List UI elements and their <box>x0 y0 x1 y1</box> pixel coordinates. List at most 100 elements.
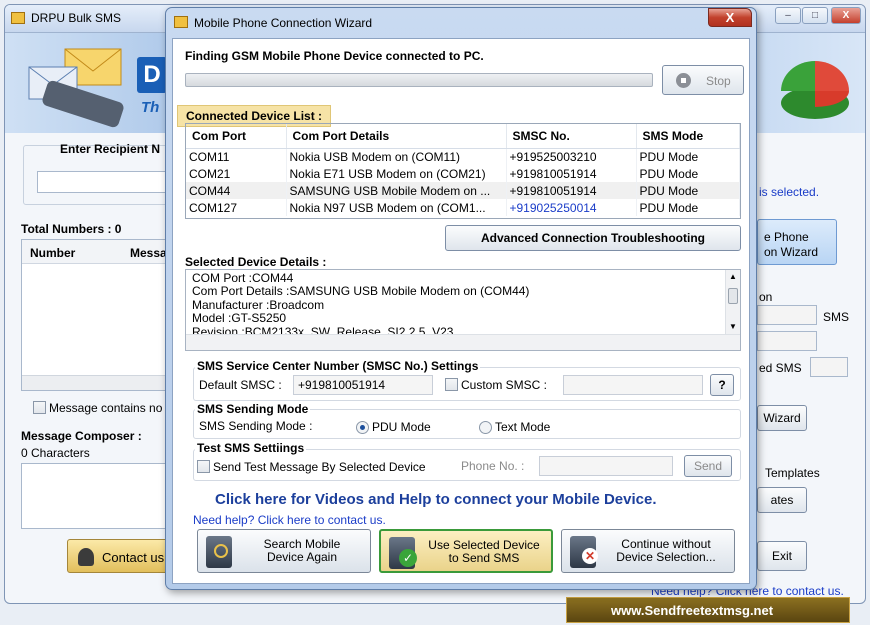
col-com-port[interactable]: Com Port <box>186 124 287 149</box>
table-row[interactable]: COM11 Nokia USB Modem on (COM11) +919525… <box>186 148 740 165</box>
cell: COM127 <box>186 199 287 216</box>
website-text: www.Sendfreetextmsg.net <box>611 603 774 618</box>
stop-button[interactable]: Stop <box>662 65 744 95</box>
main-title: DRPU Bulk SMS <box>31 11 122 25</box>
detail-line: Manufacturer :Broadcom <box>192 297 325 312</box>
cell: +919025250014 <box>506 199 637 216</box>
phone-no-input[interactable] <box>539 456 673 476</box>
dialog-title: Mobile Phone Connection Wizard <box>194 16 373 30</box>
custom-smsc-input[interactable] <box>563 375 703 395</box>
wizard-icon <box>174 16 188 28</box>
dropdown-2[interactable] <box>757 331 817 351</box>
cell: +919525003210 <box>506 148 637 165</box>
send-test-checkbox[interactable] <box>197 460 210 473</box>
numbers-grid[interactable]: Number Messa <box>21 239 169 391</box>
details-scrollbar[interactable]: ▲ ▼ <box>725 270 740 334</box>
contact-us-label: Contact us <box>102 550 165 565</box>
search-progress-bar <box>185 73 653 87</box>
help-question-button[interactable]: ? <box>710 374 734 396</box>
table-row-selected[interactable]: COM44 SAMSUNG USB Mobile Modem on ... +9… <box>186 182 740 199</box>
send-button[interactable]: Send <box>684 455 732 477</box>
col-com-port-details[interactable]: Com Port Details <box>286 124 507 149</box>
details-hscrollbar[interactable] <box>186 334 740 350</box>
message-textarea[interactable] <box>21 463 171 529</box>
col-sms-mode[interactable]: SMS Mode <box>636 124 740 149</box>
cell: Nokia N97 USB Modem on (COM1... <box>286 199 507 216</box>
message-contains-label: Message contains no <box>49 401 163 415</box>
phone-wizard-line1: e Phone <box>764 230 809 244</box>
scroll-thumb[interactable] <box>728 288 738 304</box>
test-sms-title: Test SMS Settiings <box>195 441 307 455</box>
check-icon: ✓ <box>399 549 417 567</box>
message-contains-checkbox[interactable] <box>33 401 46 414</box>
device-table[interactable]: Com Port Com Port Details SMSC No. SMS M… <box>185 123 741 219</box>
cell: PDU Mode <box>636 165 740 182</box>
app-icon <box>11 12 25 24</box>
search-again-button[interactable]: Search Mobile Device Again <box>197 529 371 573</box>
envelope-phone-icon <box>28 48 124 128</box>
continue-without-device-button[interactable]: ✕ Continue without Device Selection... <box>561 529 735 573</box>
advanced-troubleshooting-button[interactable]: Advanced Connection Troubleshooting <box>445 225 741 251</box>
enter-recipient-label: Enter Recipient N <box>60 142 161 156</box>
stop-icon-square <box>681 78 686 83</box>
cell: +919810051914 <box>506 165 637 182</box>
use-selected-device-button[interactable]: ✓ Use Selected Device to Send SMS <box>379 529 553 573</box>
need-help-link[interactable]: Need help? Click here to contact us. <box>193 513 386 527</box>
cell: Nokia E71 USB Modem on (COM21) <box>286 165 507 182</box>
scroll-down-icon[interactable]: ▼ <box>729 322 737 331</box>
cell: COM11 <box>186 148 287 165</box>
exit-button[interactable]: Exit <box>757 541 807 571</box>
contact-us-button[interactable]: Contact us <box>67 539 171 573</box>
table-row[interactable]: COM127 Nokia N97 USB Modem on (COM1... +… <box>186 199 740 216</box>
cell: COM44 <box>186 182 287 199</box>
magnifier-icon <box>214 544 228 558</box>
selected-details-textbox[interactable]: COM Port :COM44 Com Port Details :SAMSUN… <box>185 269 741 351</box>
text-mode-radio[interactable] <box>479 421 492 434</box>
pdu-mode-label: PDU Mode <box>372 420 431 434</box>
recipient-input[interactable] <box>37 171 177 193</box>
cell: Nokia USB Modem on (COM11) <box>286 148 507 165</box>
continue-btn-line: Device Selection... <box>616 550 716 564</box>
pdu-mode-radio[interactable] <box>356 421 369 434</box>
wizard-button[interactable]: Wizard <box>757 405 807 431</box>
cell: PDU Mode <box>636 148 740 165</box>
dialog-close-button[interactable]: X <box>708 8 752 27</box>
finding-label: Finding GSM Mobile Phone Device connecte… <box>185 49 484 63</box>
contact-person-icon <box>78 548 94 566</box>
col-smsc-no[interactable]: SMSC No. <box>506 124 637 149</box>
logo-fragment: D <box>137 57 167 93</box>
cancel-x-icon: ✕ <box>582 548 598 564</box>
templates-label: Templates <box>765 466 820 480</box>
cell: COM21 <box>186 165 287 182</box>
ed-sms-label: ed SMS <box>759 361 802 375</box>
custom-smsc-checkbox[interactable] <box>445 378 458 391</box>
close-button[interactable]: X <box>831 7 861 24</box>
message-composer-label: Message Composer : <box>21 429 142 443</box>
detail-line: COM Port :COM44 <box>192 271 294 285</box>
dropdown-3[interactable] <box>810 357 848 377</box>
pie-chart-icon <box>781 61 849 119</box>
videos-help-link[interactable]: Click here for Videos and Help to connec… <box>215 491 657 508</box>
table-row[interactable]: COM21 Nokia E71 USB Modem on (COM21) +91… <box>186 165 740 182</box>
characters-count: 0 Characters <box>21 446 90 460</box>
on-label: on <box>759 290 773 304</box>
maximize-button[interactable]: □ <box>802 7 828 24</box>
use-btn-line: to Send SMS <box>448 551 520 565</box>
custom-smsc-label: Custom SMSC : <box>461 378 548 392</box>
scroll-up-icon[interactable]: ▲ <box>729 272 737 281</box>
cell: PDU Mode <box>636 199 740 216</box>
default-smsc-input[interactable]: +919810051914 <box>293 375 433 395</box>
detail-line: Com Port Details :SAMSUNG USB Mobile Mod… <box>192 284 530 299</box>
horizontal-scrollbar[interactable] <box>22 375 168 390</box>
sending-mode-label: SMS Sending Mode : <box>199 419 313 433</box>
stop-label: Stop <box>706 74 731 88</box>
default-smsc-label: Default SMSC : <box>199 378 282 392</box>
connection-wizard-dialog: Mobile Phone Connection Wizard X Finding… <box>165 7 757 590</box>
phone-wizard-button[interactable]: e Phone on Wizard <box>757 219 837 265</box>
is-selected-text: is selected. <box>759 185 820 199</box>
dropdown-1[interactable] <box>757 305 817 325</box>
phone-wizard-line2: on Wizard <box>764 245 819 259</box>
templates-button[interactable]: ates <box>757 487 807 513</box>
column-number: Number <box>30 246 76 260</box>
minimize-button[interactable]: – <box>775 7 801 24</box>
